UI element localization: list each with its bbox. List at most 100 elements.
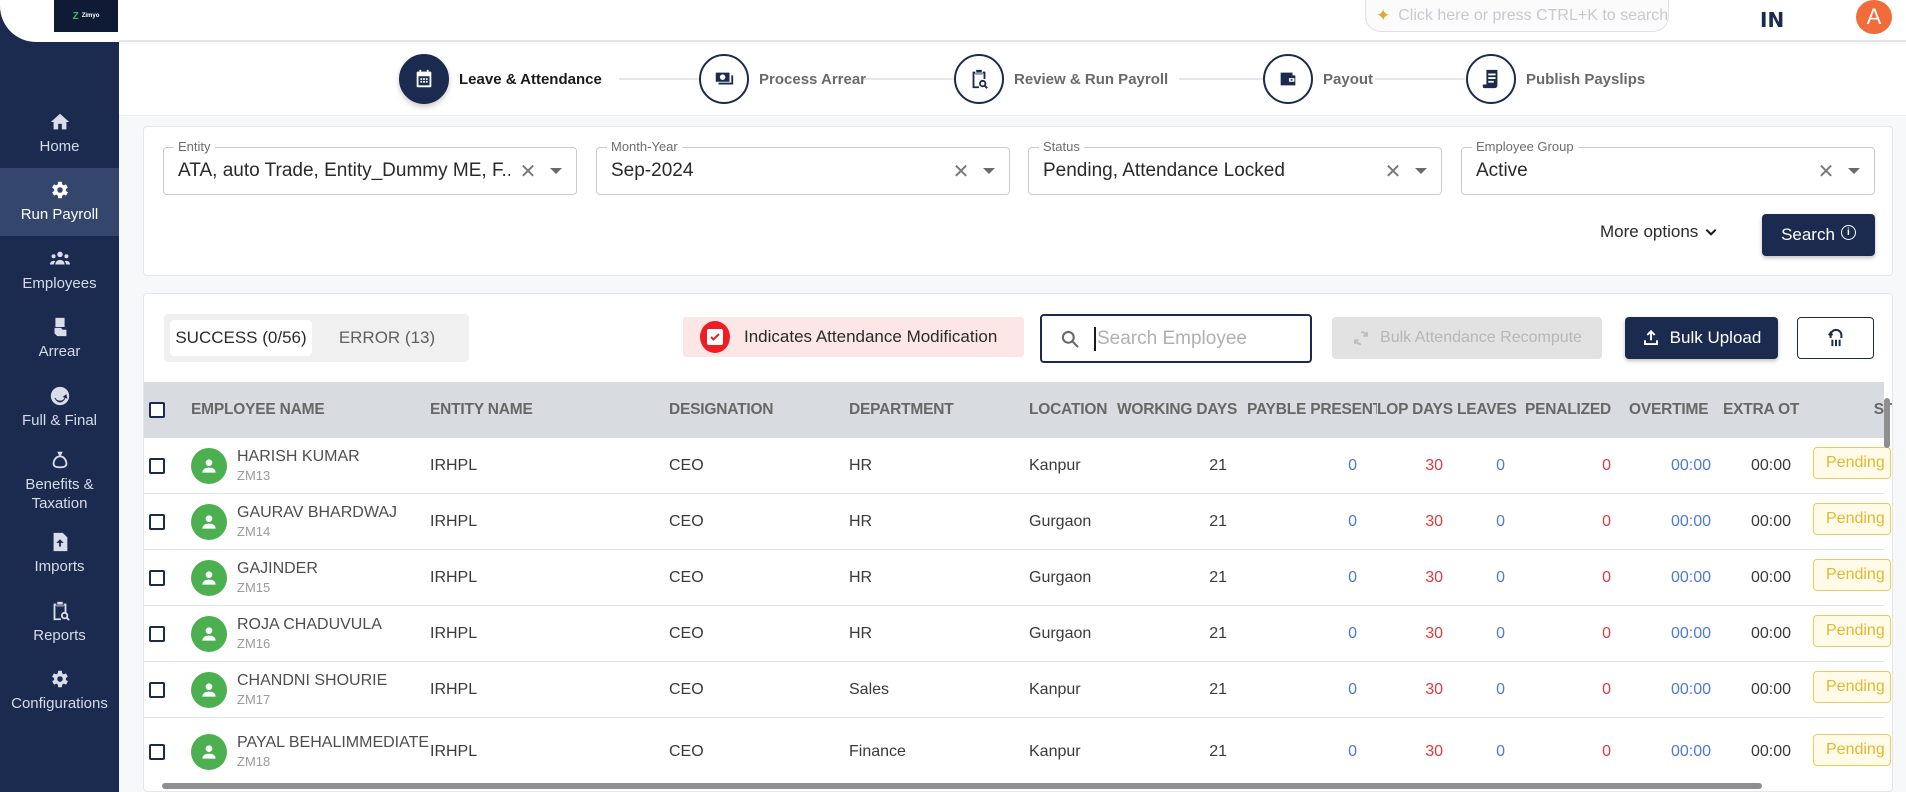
employee-search-input[interactable] — [1097, 327, 1297, 350]
table-row[interactable]: GAJINDER ZM15 IRHPL CEO HR Gurgaon 21 0 … — [144, 550, 1891, 606]
penalized-cell[interactable]: 0 — [1525, 743, 1629, 761]
employee-group-select[interactable]: Employee Group Active ✕ — [1461, 139, 1875, 195]
column-header[interactable]: WORKING DAYS — [1117, 401, 1247, 419]
overtime-cell[interactable]: 00:00 — [1629, 569, 1723, 587]
sidebar-item-reports[interactable]: Reports — [0, 588, 119, 657]
leaves-cell[interactable]: 0 — [1457, 625, 1525, 643]
row-checkbox[interactable] — [149, 513, 165, 530]
chevron-down-icon[interactable] — [550, 168, 562, 174]
leaves-cell[interactable]: 0 — [1457, 743, 1525, 761]
employee-name[interactable]: GAJINDER — [237, 559, 318, 578]
tab-error[interactable]: ERROR (13) — [312, 320, 462, 356]
step-publish-payslips[interactable]: Publish Payslips — [1466, 54, 1645, 104]
penalized-cell[interactable]: 0 — [1525, 457, 1629, 475]
overtime-cell[interactable]: 00:00 — [1629, 457, 1723, 475]
tab-success[interactable]: SUCCESS (0/56) — [170, 320, 312, 356]
table-row[interactable]: PAYAL BEHALIMMEDIATE... ZM18 IRHPL CEO F… — [144, 718, 1891, 786]
logo[interactable]: Z Zimyo — [54, 0, 118, 32]
status-select[interactable]: Status Pending, Attendance Locked ✕ — [1028, 139, 1442, 195]
column-header[interactable]: STA — [1813, 401, 1892, 419]
lop-days-cell[interactable]: 30 — [1377, 681, 1457, 699]
horizontal-scrollbar[interactable] — [162, 783, 1762, 789]
sidebar-item-run-payroll[interactable]: Run Payroll — [0, 167, 119, 236]
penalized-cell[interactable]: 0 — [1525, 681, 1629, 699]
close-icon[interactable]: ✕ — [1816, 159, 1836, 184]
column-header[interactable]: LOCATION — [1029, 401, 1117, 419]
overtime-cell[interactable]: 00:00 — [1629, 513, 1723, 531]
employee-name[interactable]: ROJA CHADUVULA — [237, 615, 382, 634]
payable-present-cell[interactable]: 0 — [1247, 625, 1377, 643]
column-header[interactable]: LEAVES — [1457, 401, 1525, 419]
row-checkbox[interactable] — [149, 457, 165, 474]
penalized-cell[interactable]: 0 — [1525, 513, 1629, 531]
employee-name[interactable]: GAURAV BHARDWAJ — [237, 503, 397, 522]
payable-present-cell[interactable]: 0 — [1247, 457, 1377, 475]
overtime-cell[interactable]: 00:00 — [1629, 743, 1723, 761]
month-year-select[interactable]: Month-Year Sep-2024 ✕ — [596, 139, 1010, 195]
sidebar-item-full-final[interactable]: Full & Final — [0, 373, 119, 442]
table-row[interactable]: GAURAV BHARDWAJ ZM14 IRHPL CEO HR Gurgao… — [144, 494, 1891, 550]
payable-present-cell[interactable]: 0 — [1247, 681, 1377, 699]
more-options-button[interactable]: More options — [1600, 222, 1718, 242]
lop-days-cell[interactable]: 30 — [1377, 743, 1457, 761]
employee-name[interactable]: PAYAL BEHALIMMEDIATE... — [237, 733, 430, 752]
global-search-bar[interactable]: ✦ Click here or press CTRL+K to search — [1365, 0, 1669, 32]
lop-days-cell[interactable]: 30 — [1377, 569, 1457, 587]
leaves-cell[interactable]: 0 — [1457, 457, 1525, 475]
employee-name[interactable]: CHANDNI SHOURIE — [237, 671, 387, 690]
row-checkbox[interactable] — [149, 569, 165, 586]
sidebar-item-home[interactable]: Home — [0, 99, 119, 168]
column-header[interactable]: DEPARTMENT — [849, 401, 1029, 419]
sidebar-item-configurations[interactable]: Configurations — [0, 657, 119, 726]
chevron-down-icon[interactable] — [1415, 168, 1427, 174]
user-avatar[interactable]: A — [1856, 0, 1892, 34]
column-settings-button[interactable] — [1797, 317, 1874, 359]
penalized-cell[interactable]: 0 — [1525, 625, 1629, 643]
step-leave-attendance[interactable]: Leave & Attendance — [399, 54, 602, 104]
column-header[interactable]: EXTRA OT — [1723, 401, 1813, 419]
sidebar-item-arrear[interactable]: Arrear — [0, 305, 119, 374]
payable-present-cell[interactable]: 0 — [1247, 743, 1377, 761]
close-icon[interactable]: ✕ — [951, 159, 971, 184]
sidebar-item-imports[interactable]: Imports — [0, 520, 119, 589]
select-all-checkbox[interactable] — [149, 402, 165, 418]
lop-days-cell[interactable]: 30 — [1377, 513, 1457, 531]
chevron-down-icon[interactable] — [983, 168, 995, 174]
overtime-cell[interactable]: 00:00 — [1629, 681, 1723, 699]
step-payout[interactable]: Payout — [1263, 54, 1373, 104]
sidebar-item-benefits-taxation[interactable]: Benefits & Taxation — [0, 442, 119, 520]
step-process-arrear[interactable]: Process Arrear — [699, 54, 866, 104]
column-header[interactable]: PAYBLE PRESENT — [1247, 401, 1377, 419]
entity-select[interactable]: Entity ATA, auto Trade, Entity_Dummy ME,… — [163, 139, 577, 195]
column-header[interactable]: ENTITY NAME — [430, 401, 669, 419]
table-row[interactable]: HARISH KUMAR ZM13 IRHPL CEO HR Kanpur 21… — [144, 438, 1891, 494]
chevron-down-icon[interactable] — [1848, 168, 1860, 174]
leaves-cell[interactable]: 0 — [1457, 569, 1525, 587]
column-header[interactable]: LOP DAYS — [1377, 401, 1457, 419]
close-icon[interactable]: ✕ — [518, 159, 538, 184]
lop-days-cell[interactable]: 30 — [1377, 625, 1457, 643]
lop-days-cell[interactable]: 30 — [1377, 457, 1457, 475]
payable-present-cell[interactable]: 0 — [1247, 569, 1377, 587]
employee-name[interactable]: HARISH KUMAR — [237, 447, 360, 466]
vertical-scrollbar[interactable] — [1884, 398, 1890, 448]
table-row[interactable]: ROJA CHADUVULA ZM16 IRHPL CEO HR Gurgaon… — [144, 606, 1891, 662]
payable-present-cell[interactable]: 0 — [1247, 513, 1377, 531]
column-header[interactable]: EMPLOYEE NAME — [191, 401, 430, 419]
sidebar-item-employees[interactable]: Employees — [0, 236, 119, 305]
bulk-attendance-recompute-button[interactable]: Bulk Attendance Recompute — [1332, 317, 1602, 359]
overtime-cell[interactable]: 00:00 — [1629, 625, 1723, 643]
row-checkbox[interactable] — [149, 744, 165, 760]
column-header[interactable]: OVERTIME — [1629, 401, 1723, 419]
column-header[interactable]: DESIGNATION — [669, 401, 849, 419]
penalized-cell[interactable]: 0 — [1525, 569, 1629, 587]
row-checkbox[interactable] — [149, 625, 165, 642]
leaves-cell[interactable]: 0 — [1457, 681, 1525, 699]
step-review-run-payroll[interactable]: Review & Run Payroll — [954, 54, 1168, 104]
bulk-upload-button[interactable]: Bulk Upload — [1625, 317, 1778, 359]
table-row[interactable]: CHANDNI SHOURIE ZM17 IRHPL CEO Sales Kan… — [144, 662, 1891, 718]
close-icon[interactable]: ✕ — [1383, 159, 1403, 184]
employee-search[interactable] — [1040, 314, 1312, 363]
language-selector[interactable]: IN — [1760, 8, 1784, 32]
row-checkbox[interactable] — [149, 681, 165, 698]
